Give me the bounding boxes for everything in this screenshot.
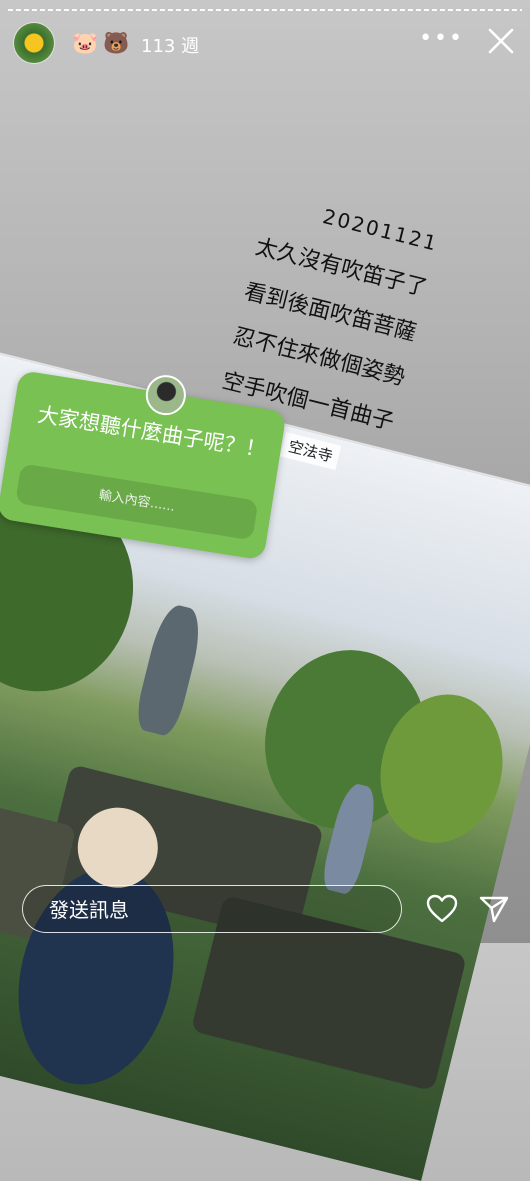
- heart-icon[interactable]: [426, 893, 458, 925]
- more-options-icon[interactable]: •••: [419, 26, 464, 51]
- story-footer: 發送訊息: [0, 877, 530, 943]
- story-progress-bar: [8, 9, 522, 11]
- send-message-input[interactable]: 發送訊息: [22, 885, 402, 933]
- sticker-avatar: [142, 372, 189, 419]
- story-time: 113 週: [141, 36, 200, 57]
- send-icon[interactable]: [478, 893, 510, 925]
- sticker-question: 大家想聽什麼曲子呢？！: [35, 402, 268, 463]
- bear-emoji: 🐻: [103, 31, 130, 55]
- profile-avatar[interactable]: [14, 23, 54, 63]
- close-icon[interactable]: [486, 26, 516, 56]
- story-header: 🐷 🐻 113 週 •••: [0, 20, 530, 68]
- pig-emoji: 🐷: [72, 31, 99, 55]
